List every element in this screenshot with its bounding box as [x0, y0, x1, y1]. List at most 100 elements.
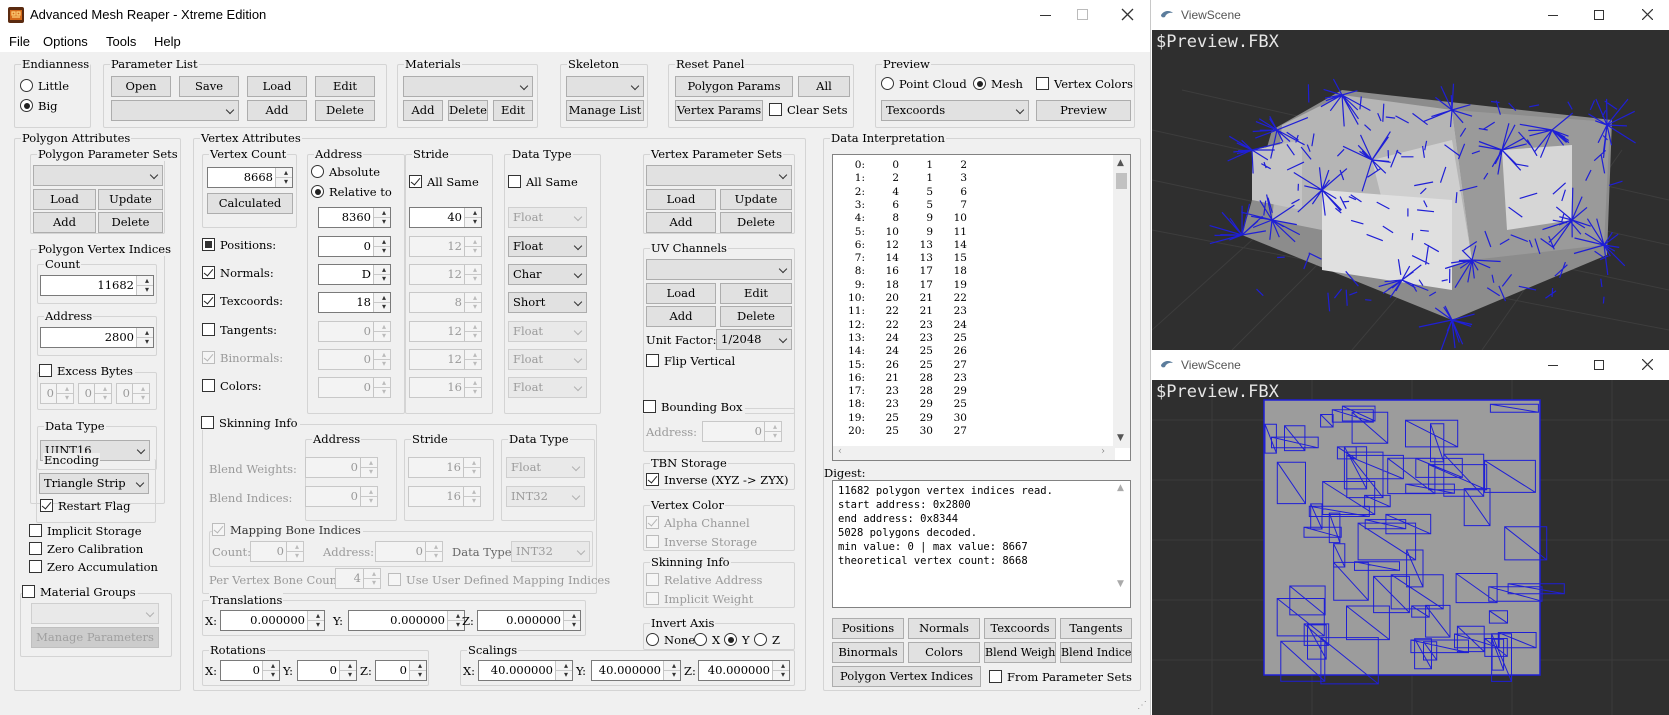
normals-checkbox[interactable]: Normals: — [202, 266, 274, 280]
scroll-up-icon[interactable]: ▲ — [1117, 483, 1124, 493]
uv-delete-button[interactable]: Delete — [720, 306, 792, 327]
binormals-checkbox[interactable]: Binormals: — [202, 351, 283, 365]
digest-vscrollbar[interactable]: ▲ ▼ — [1113, 481, 1130, 594]
tangents-button[interactable]: Tangents — [1060, 618, 1132, 639]
type-all-combo[interactable]: Float — [508, 207, 587, 228]
rotation-x-spinbox[interactable]: 0 — [220, 660, 280, 681]
material-groups-checkbox[interactable]: Material Groups — [22, 585, 138, 599]
texcoords-address-spinbox[interactable]: 18 — [318, 292, 391, 313]
scaling-y-spinbox[interactable]: 40.000000 — [591, 660, 681, 681]
poly-sets-delete-button[interactable]: Delete — [98, 212, 163, 233]
poly-sets-add-button[interactable]: Add — [33, 212, 96, 233]
alpha-channel-checkbox[interactable]: Alpha Channel — [646, 516, 750, 530]
close-icon[interactable] — [1121, 8, 1134, 21]
zero-accumulation-checkbox[interactable]: Zero Accumulation — [29, 560, 158, 574]
polygon-vertex-indices-button[interactable]: Polygon Vertex Indices — [832, 666, 981, 687]
texcoords-button[interactable]: Texcoords — [984, 618, 1056, 639]
load-button[interactable]: Load — [247, 76, 307, 97]
zero-calibration-checkbox[interactable]: Zero Calibration — [29, 542, 143, 556]
invert-y-radio[interactable]: Y — [724, 633, 750, 647]
binormals-type-combo[interactable]: Float — [508, 349, 587, 370]
reset-all-button[interactable]: All — [798, 76, 850, 97]
menu-file[interactable]: File — [9, 34, 30, 49]
vertex-count-spinbox[interactable]: 8668 — [207, 167, 293, 188]
vertex-sets-update-button[interactable]: Update — [720, 189, 792, 210]
maximize-icon[interactable] — [1594, 360, 1604, 370]
skeleton-combo[interactable] — [566, 76, 644, 97]
parameter-list-combo[interactable] — [111, 100, 239, 121]
blend-indices-type-combo[interactable]: INT32 — [506, 486, 585, 507]
uv-add-button[interactable]: Add — [646, 306, 716, 327]
polygon-param-sets-combo[interactable] — [33, 165, 163, 186]
digest-box[interactable]: 11682 polygon vertex indices read. start… — [832, 480, 1131, 608]
rotation-z-spinbox[interactable]: 0 — [375, 660, 427, 681]
implicit-storage-checkbox[interactable]: Implicit Storage — [29, 524, 142, 538]
scroll-down-icon[interactable]: ▼ — [1117, 433, 1124, 443]
type-all-same-checkbox[interactable]: All Same — [508, 175, 578, 189]
positions-stride-spinbox[interactable]: 12 — [409, 236, 482, 257]
blend-weights-type-combo[interactable]: Float — [506, 457, 585, 478]
positions-type-combo[interactable]: Float — [508, 236, 587, 257]
save-button[interactable]: Save — [179, 76, 239, 97]
add-button[interactable]: Add — [247, 100, 307, 121]
normals-address-spinbox[interactable]: D — [318, 264, 391, 285]
colors-address-spinbox[interactable]: 0 — [318, 377, 391, 398]
big-radio[interactable]: Big — [20, 99, 58, 113]
tangents-checkbox[interactable]: Tangents: — [202, 323, 277, 337]
positions-checkbox[interactable]: Positions: — [202, 238, 276, 252]
colors-stride-spinbox[interactable]: 16 — [409, 377, 482, 398]
vertex-sets-load-button[interactable]: Load — [646, 189, 716, 210]
skinning-info-checkbox[interactable]: Skinning Info — [201, 416, 300, 430]
clear-sets-checkbox[interactable]: Clear Sets — [769, 103, 848, 117]
binormals-stride-spinbox[interactable]: 12 — [409, 349, 482, 370]
binormals-address-spinbox[interactable]: 0 — [318, 349, 391, 370]
viewport-uv[interactable]: $Preview.FBX — [1152, 380, 1669, 715]
relative-address-checkbox[interactable]: Relative Address — [646, 573, 762, 587]
preview-button[interactable]: Preview — [1036, 100, 1131, 121]
tbn-inverse-checkbox[interactable]: Inverse (XYZ -> ZYX) — [646, 473, 788, 487]
normals-type-combo[interactable]: Char — [508, 264, 587, 285]
blend-indices-stride-spinbox[interactable]: 16 — [408, 486, 481, 507]
mapping-type-combo[interactable]: INT32 — [511, 541, 590, 562]
bounding-box-checkbox[interactable]: Bounding Box — [643, 400, 745, 414]
unit-factor-combo[interactable]: 1/2048 — [716, 329, 792, 350]
colors-type-combo[interactable]: Float — [508, 377, 587, 398]
vertex-colors-checkbox[interactable]: Vertex Colors — [1036, 77, 1133, 91]
stride-all-same-checkbox[interactable]: All Same — [409, 175, 479, 189]
scaling-x-spinbox[interactable]: 40.000000 — [478, 660, 573, 681]
resize-grip-icon[interactable]: ⋰ — [1137, 700, 1147, 711]
translation-x-spinbox[interactable]: 0.000000 — [220, 610, 325, 631]
mapping-address-spinbox[interactable]: 0 — [375, 541, 443, 562]
mapping-bone-indices-checkbox[interactable]: Mapping Bone Indices — [212, 523, 363, 537]
scroll-left-icon[interactable]: ‹ — [838, 446, 842, 457]
vertex-sets-add-button[interactable]: Add — [646, 212, 716, 233]
polygon-params-button[interactable]: Polygon Params — [675, 76, 793, 97]
manage-parameters-button[interactable]: Manage Parameters — [31, 627, 159, 648]
materials-combo[interactable] — [403, 76, 533, 97]
texcoords-type-combo[interactable]: Short — [508, 292, 587, 313]
open-button[interactable]: Open — [111, 76, 171, 97]
interpretation-hscrollbar[interactable]: ‹ › — [833, 446, 1115, 460]
excess-byte-2-spinbox[interactable]: 0 — [78, 383, 112, 404]
materials-edit-button[interactable]: Edit — [493, 100, 533, 121]
blend-weights-stride-spinbox[interactable]: 16 — [408, 457, 481, 478]
colors-button[interactable]: Colors — [908, 642, 980, 663]
blend-indices-button[interactable]: Blend Indices — [1060, 642, 1132, 663]
bbox-address-spinbox[interactable]: 0 — [702, 421, 782, 442]
uv-edit-button[interactable]: Edit — [720, 283, 792, 304]
encoding-combo[interactable]: Triangle Strip — [39, 473, 149, 494]
flip-vertical-checkbox[interactable]: Flip Vertical — [646, 354, 735, 368]
base-address-spinbox[interactable]: 8360 — [318, 207, 391, 228]
close-icon[interactable] — [1642, 359, 1653, 370]
inverse-storage-checkbox[interactable]: Inverse Storage — [646, 535, 757, 549]
calculated-button[interactable]: Calculated — [207, 193, 293, 214]
material-groups-combo[interactable] — [31, 603, 159, 624]
absolute-radio[interactable]: Absolute — [311, 165, 380, 179]
tangents-stride-spinbox[interactable]: 12 — [409, 321, 482, 342]
menu-tools[interactable]: Tools — [106, 34, 136, 49]
vertex-params-button[interactable]: Vertex Params — [675, 100, 763, 121]
scaling-z-spinbox[interactable]: 40.000000 — [698, 660, 790, 681]
close-icon[interactable] — [1642, 9, 1653, 20]
materials-delete-button[interactable]: Delete — [448, 100, 488, 121]
menu-options[interactable]: Options — [43, 34, 88, 49]
